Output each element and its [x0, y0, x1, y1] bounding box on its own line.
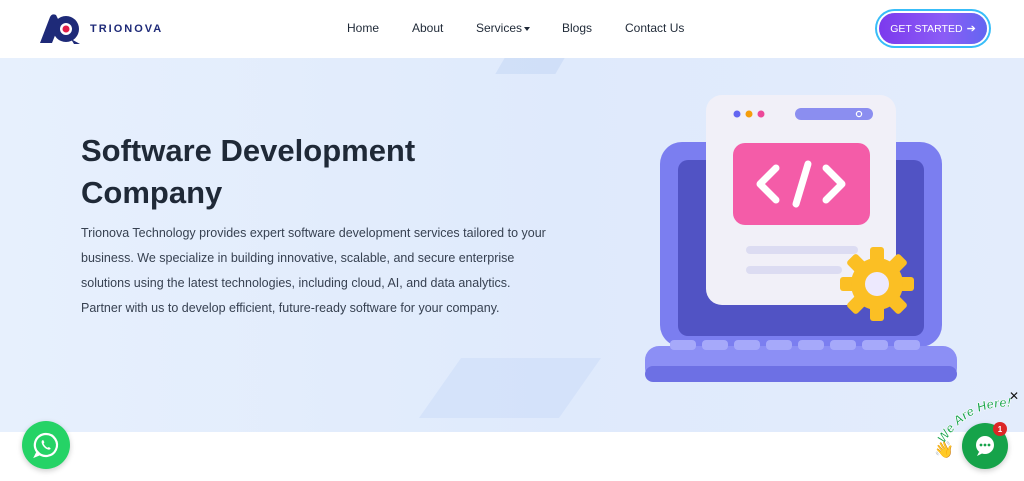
- nav-about[interactable]: About: [412, 21, 443, 35]
- hero-title: Software Development Company: [81, 130, 481, 214]
- get-started-label: GET STARTED: [890, 22, 963, 35]
- arrow-right-icon: ➔: [966, 23, 976, 35]
- decor-streak: [418, 358, 602, 418]
- nav-blogs[interactable]: Blogs: [562, 21, 592, 35]
- get-started-button[interactable]: GET STARTED ➔: [879, 13, 987, 44]
- hero-title-line2: Company: [81, 175, 223, 210]
- nav-services-label: Services: [476, 21, 523, 35]
- chat-close-button[interactable]: ✕: [1009, 389, 1019, 403]
- nav-contact-us[interactable]: Contact Us: [625, 21, 684, 35]
- chat-unread-badge: 1: [993, 422, 1007, 436]
- wave-hand-icon: 👋: [934, 442, 954, 459]
- hero-description: Trionova Technology provides expert soft…: [81, 226, 546, 315]
- whatsapp-button[interactable]: [22, 421, 70, 469]
- nav-home[interactable]: Home: [347, 21, 379, 35]
- laptop-code-icon: [645, 95, 957, 382]
- caret-down-icon: [524, 26, 531, 31]
- whatsapp-icon: [33, 432, 59, 459]
- decor-streak: [495, 58, 565, 74]
- site-header: TRIONOVA Home About Services Blogs Conta…: [0, 0, 1024, 58]
- nav-services[interactable]: Services: [476, 21, 531, 35]
- main-nav: Home About Services Blogs Contact Us: [0, 0, 1024, 58]
- gear-icon: [840, 247, 914, 321]
- hero-title-line1: Software Development: [81, 133, 416, 168]
- chat-bubble-icon: [976, 436, 994, 456]
